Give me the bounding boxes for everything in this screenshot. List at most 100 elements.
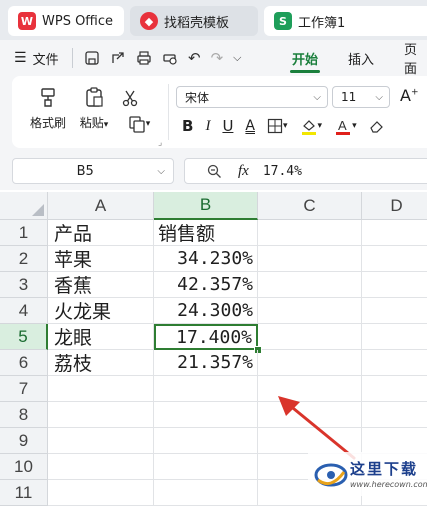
cell[interactable] (362, 402, 427, 428)
cell-b1[interactable]: 销售额 (154, 220, 258, 246)
select-all-corner[interactable] (0, 192, 48, 220)
column-header-d[interactable]: D (362, 192, 427, 220)
row-header[interactable]: 10 (0, 454, 48, 480)
divider (72, 48, 73, 68)
export-icon[interactable] (110, 50, 126, 66)
format-row: B I U A ▾ ▾ A ▾ (182, 116, 385, 136)
font-name-select[interactable]: 宋体 ⌵ (176, 86, 328, 108)
format-painter-button[interactable]: 格式刷 (30, 86, 66, 134)
row-header[interactable]: 2 (0, 246, 48, 272)
cell-d6[interactable] (362, 350, 427, 376)
copy-icon[interactable]: ▾ (124, 114, 154, 134)
column-header-c[interactable]: C (258, 192, 362, 220)
cell-b6[interactable]: 21.357% (154, 350, 258, 376)
print-preview-icon[interactable] (162, 50, 178, 66)
chevron-down-icon[interactable]: ⌵ (233, 51, 241, 65)
cell[interactable] (48, 480, 154, 506)
cell[interactable] (362, 376, 427, 402)
cell[interactable] (48, 428, 154, 454)
row-header[interactable]: 4 (0, 298, 48, 324)
column-header-b[interactable]: B (154, 192, 258, 220)
tab-label: 找稻壳模板 (164, 15, 230, 31)
svg-text:A: A (338, 118, 347, 133)
chevron-down-icon: ▾ (145, 119, 151, 129)
cell-a3[interactable]: 香蕉 (48, 272, 154, 298)
print-icon[interactable] (136, 50, 152, 66)
tab-wps-office[interactable]: W WPS Office (8, 6, 124, 36)
cell-a2[interactable]: 苹果 (48, 246, 154, 272)
cell-a6[interactable]: 荔枝 (48, 350, 154, 376)
column-header-a[interactable]: A (48, 192, 154, 220)
undo-icon[interactable]: ↶ (188, 49, 201, 67)
cell-d5[interactable] (362, 324, 427, 350)
cell-d1[interactable] (362, 220, 427, 246)
menu-page[interactable]: 页面 (404, 40, 427, 77)
formula-bar: fx 17.4% (184, 158, 427, 184)
eraser-icon[interactable] (369, 118, 385, 134)
save-icon[interactable] (84, 50, 100, 66)
cell[interactable] (154, 428, 258, 454)
row-header[interactable]: 6 (0, 350, 48, 376)
paste-button[interactable]: 粘贴▾ (76, 86, 112, 134)
row-header[interactable]: 8 (0, 402, 48, 428)
double-underline-icon[interactable]: A (245, 118, 255, 134)
fill-color-icon[interactable]: ▾ (300, 117, 322, 135)
quick-access-toolbar: ↶ ↷ ⌵ (84, 40, 242, 76)
fx-icon[interactable]: fx (238, 163, 249, 180)
underline-icon[interactable]: U (222, 117, 233, 135)
zoom-icon[interactable] (207, 164, 222, 179)
cell-a1[interactable]: 产品 (48, 220, 154, 246)
row-header[interactable]: 3 (0, 272, 48, 298)
border-icon[interactable]: ▾ (267, 118, 288, 134)
cell-d2[interactable] (362, 246, 427, 272)
name-box[interactable]: B5 ⌵ (12, 158, 174, 184)
cell-c2[interactable] (258, 246, 362, 272)
increase-font-icon[interactable]: A+ (400, 86, 419, 105)
active-tab-indicator (290, 70, 320, 73)
chevron-down-icon: ⌵ (313, 91, 321, 103)
cell-c1[interactable] (258, 220, 362, 246)
cell-b5-selected[interactable]: 17.400% (154, 324, 258, 350)
cell[interactable] (48, 454, 154, 480)
font-size-select[interactable]: 11 ⌵ (332, 86, 390, 108)
bold-icon[interactable]: B (182, 117, 193, 135)
formula-input[interactable]: 17.4% (263, 164, 302, 179)
menu-file[interactable]: ☰ 文件 (14, 40, 59, 76)
cell-d4[interactable] (362, 298, 427, 324)
row-header[interactable]: 5 (0, 324, 48, 350)
cell-c6[interactable] (258, 350, 362, 376)
cell-c4[interactable] (258, 298, 362, 324)
cell-b2[interactable]: 34.230% (154, 246, 258, 272)
cut-icon[interactable] (120, 88, 140, 108)
cell-a5[interactable]: 龙眼 (48, 324, 154, 350)
chevron-down-icon: ⌵ (375, 91, 383, 103)
divider (168, 84, 169, 140)
row-header[interactable]: 1 (0, 220, 48, 246)
menu-insert[interactable]: 插入 (348, 40, 374, 76)
cell[interactable] (48, 376, 154, 402)
cell[interactable] (48, 402, 154, 428)
cell-a4[interactable]: 火龙果 (48, 298, 154, 324)
row-header[interactable]: 11 (0, 480, 48, 506)
font-color-icon[interactable]: A ▾ (334, 117, 357, 135)
cell-b4[interactable]: 24.300% (154, 298, 258, 324)
cell-b3[interactable]: 42.357% (154, 272, 258, 298)
italic-icon[interactable]: I (205, 118, 210, 135)
cell[interactable] (154, 480, 258, 506)
tab-template[interactable]: ◆ 找稻壳模板 (130, 6, 258, 36)
redo-icon[interactable]: ↷ (211, 49, 224, 67)
cell[interactable] (154, 454, 258, 480)
tab-workbook[interactable]: S 工作簿1 (264, 6, 427, 36)
cell-c3[interactable] (258, 272, 362, 298)
menu-start-label: 开始 (292, 52, 319, 68)
cell-d3[interactable] (362, 272, 427, 298)
row-header[interactable]: 9 (0, 428, 48, 454)
menu-insert-label: 插入 (348, 52, 375, 68)
cell[interactable] (362, 428, 427, 454)
watermark-title: 这里下载 (350, 460, 419, 478)
dialog-launcher-icon[interactable]: ⌟ (158, 138, 162, 148)
row-header[interactable]: 7 (0, 376, 48, 402)
cell-c5[interactable] (258, 324, 362, 350)
cell[interactable] (154, 376, 258, 402)
cell[interactable] (154, 402, 258, 428)
